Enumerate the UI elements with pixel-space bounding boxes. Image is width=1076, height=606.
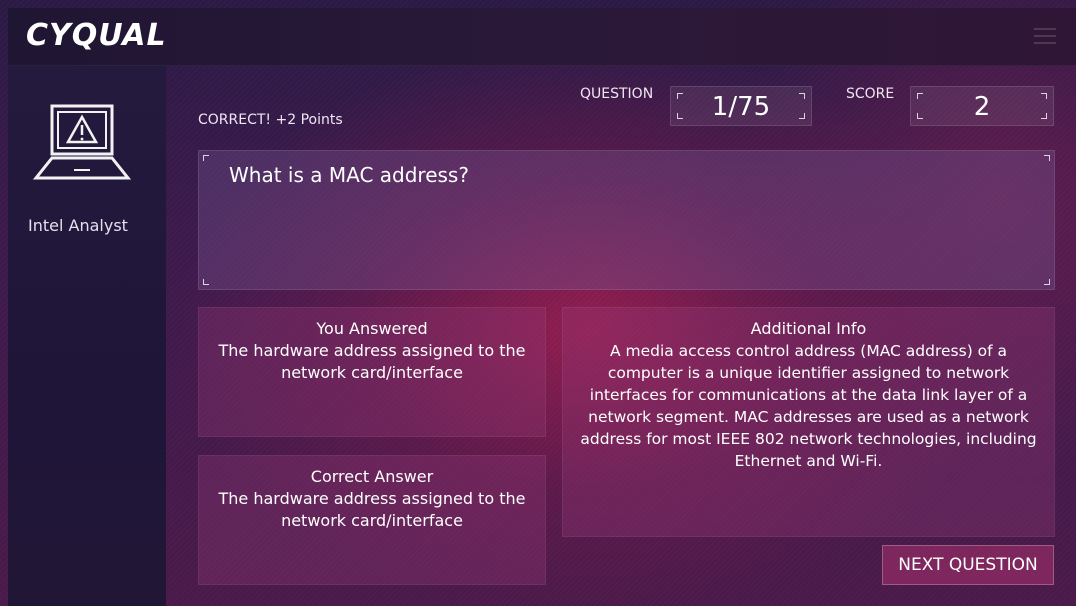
you-answered-panel: You Answered The hardware address assign… (198, 307, 546, 437)
correct-answer-panel: Correct Answer The hardware address assi… (198, 455, 546, 585)
app-window: CYQUAL Intel Analyst CORRECT! +2 Points … (0, 0, 1076, 606)
question-counter-value: 1/75 (711, 92, 771, 122)
feedback-message: CORRECT! +2 Points (198, 112, 343, 128)
cyqual-logo: CYQUAL (26, 18, 167, 53)
you-answered-text: The hardware address assigned to the net… (218, 341, 526, 382)
role-label: Intel Analyst (28, 216, 128, 235)
score-box: 2 (910, 86, 1054, 126)
next-question-button[interactable]: NEXT QUESTION (882, 545, 1054, 585)
score-value: 2 (973, 92, 991, 122)
question-box: What is a MAC address? (198, 150, 1055, 290)
correct-answer-text: The hardware address assigned to the net… (218, 489, 526, 530)
additional-info-title: Additional Info (750, 319, 867, 338)
you-answered-title: You Answered (316, 319, 428, 338)
additional-info-text: A media access control address (MAC addr… (580, 342, 1037, 470)
additional-info-panel: Additional Info A media access control a… (562, 307, 1055, 537)
top-bar: CYQUAL (8, 8, 1076, 66)
laptop-warning-icon (32, 104, 132, 180)
hamburger-icon[interactable] (1034, 28, 1056, 44)
correct-answer-title: Correct Answer (310, 467, 434, 486)
question-counter-label: QUESTION (580, 86, 654, 102)
score-label: SCORE (846, 86, 895, 102)
sidebar: Intel Analyst (8, 66, 166, 606)
question-text: What is a MAC address? (229, 163, 469, 187)
question-counter: 1/75 (670, 86, 812, 126)
